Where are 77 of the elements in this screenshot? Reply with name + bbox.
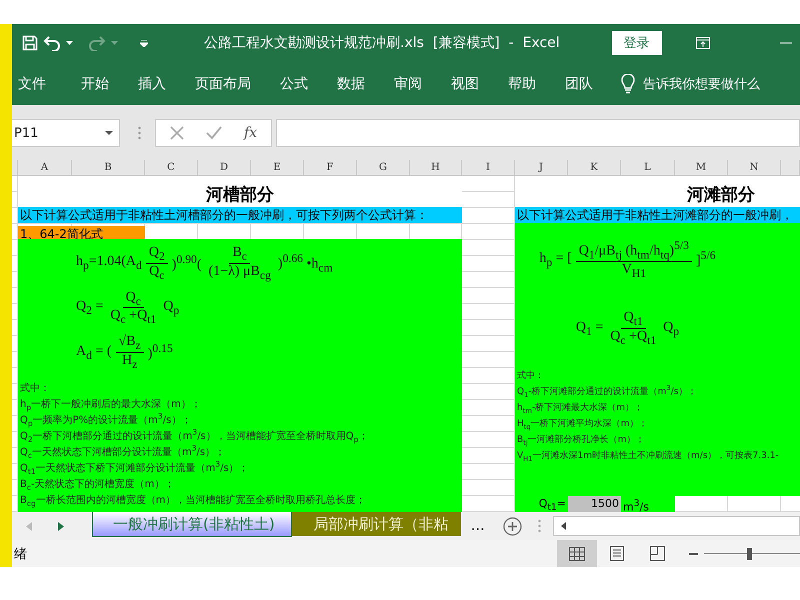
insert-function-button[interactable]: fx [244, 125, 258, 141]
column-header[interactable]: H [410, 160, 462, 176]
splitter-handle-icon[interactable] [138, 126, 141, 140]
check-icon[interactable] [206, 126, 222, 140]
formula-input-field[interactable] [276, 119, 800, 147]
normal-view-button[interactable] [557, 540, 597, 567]
note-text: B$_{cg}$一桥长范围内的河槽宽度（m），当河槽能扩宽至全桥时取用桥孔总长度； [20, 494, 367, 509]
column-header[interactable]: N [728, 160, 781, 176]
column-header[interactable]: D [198, 160, 251, 176]
minimize-icon[interactable] [780, 42, 792, 44]
scroll-right-icon[interactable] [58, 522, 64, 530]
intro-text: 以下计算公式适用于非粘性土河滩部分的一般冲刷， [515, 207, 800, 223]
sheet-tab[interactable]: 一般冲刷计算(非粘性土) [92, 512, 292, 536]
page-icon [610, 546, 624, 561]
ribbon-tab[interactable]: 团队 [565, 74, 617, 92]
scroll-left-icon[interactable] [560, 522, 566, 530]
note-text: V$_{H1}$一河滩水深1m时非粘性土不冲刷流速（m/s），可按表7.3.1- [517, 450, 780, 464]
note-text: Q$_{2}$一桥下河槽部分通过的设计流量（m$^{3}$/s），当河槽能扩宽至全桥时取用Q$_{p}$； [20, 429, 370, 444]
column-header[interactable]: E [251, 160, 304, 176]
window-title: 公路工程水文勘测设计规范冲刷.xls [兼容模式] - Excel [204, 34, 560, 52]
ribbon-tab[interactable]: 页面布局 [195, 74, 275, 92]
unit-label: m$^{3}$/s [621, 496, 675, 512]
column-header[interactable]: A [18, 160, 72, 176]
tell-me-field[interactable]: 告诉我你想要做什么 [643, 74, 760, 92]
column-header[interactable]: K [568, 160, 621, 176]
ribbon-tab[interactable]: 文件 [18, 74, 76, 92]
note-text: h$_{p}$一桥下一般冲刷后的最大水深（m）； [20, 398, 202, 412]
note-text: Q$_{1}$-桥下河滩部分通过的设计流量（m$^{3}$/s）； [517, 384, 698, 400]
status-text: 绪 [14, 546, 27, 562]
note-text: B$_{tj}$一河滩部分桥孔净长（m）； [517, 434, 646, 448]
note-text: 式中： [20, 382, 51, 396]
save-icon[interactable] [22, 35, 38, 51]
note-text: Q$_{c}$一天然状态下河槽部分设计流量（m$^{3}$/s）； [20, 445, 226, 460]
splitter-handle-icon[interactable] [538, 519, 541, 533]
column-header[interactable]: I [462, 160, 515, 176]
section-title: 河槽部分 [18, 176, 462, 207]
intro-text: 以下计算公式适用于非粘性土河槽部分的一般冲刷，可按下列两个公式计算： [18, 207, 462, 223]
ribbon-tab[interactable]: 公式 [280, 74, 332, 92]
ribbon-display-icon[interactable] [696, 37, 710, 49]
name-box[interactable]: P11 [12, 119, 120, 147]
page-break-icon [650, 546, 664, 561]
note-text: Q$_{p}$一频率为P%的设计流量（m$^{3}$/s）； [20, 413, 192, 429]
note-text: h$_{tm}$-桥下河滩最大水深（m）； [517, 402, 644, 416]
login-button[interactable]: 登录 [612, 31, 662, 55]
ribbon-tab[interactable]: 插入 [138, 74, 190, 92]
undo-icon[interactable] [42, 35, 62, 51]
note-text: Q$_{t1}$一天然状态下桥下河滩部分设计流量（m$^{3}$/s）； [20, 461, 250, 477]
customize-icon[interactable] [140, 40, 148, 46]
add-sheet-icon[interactable] [502, 516, 522, 536]
ribbon-tab[interactable]: 数据 [337, 74, 389, 92]
formula: Q$_{1}$ = Q$_{t1}$ Q$_{c}$ +Q$_{t1}$ Q$_{p}$ [576, 310, 680, 347]
lightbulb-icon[interactable] [621, 74, 635, 94]
horizontal-scrollbar[interactable] [552, 516, 800, 536]
column-header[interactable]: F [304, 160, 357, 176]
input-label: Q$_{t1}$= [515, 496, 568, 512]
column-header[interactable]: M [675, 160, 728, 176]
ribbon-tab[interactable]: 审阅 [394, 74, 446, 92]
column-header[interactable]: J [515, 160, 568, 176]
formula: Q$_{2}$ = Q$_{c}$ Q$_{c}$ +Q$_{t1}$ Q$_{p}$ [76, 290, 180, 326]
formula: h$_{p}$ = [ Q$_{1}$/μB$_{tj}$ (h$_{tm}$/h$_{tq}$)$^{5/3}$ V$_{H1}$ ]$^{5/6}$ [539, 239, 716, 280]
column-header[interactable]: G [357, 160, 410, 176]
column-header[interactable]: B [72, 160, 145, 176]
note-text: H$_{tq}$一桥下河滩平均水深（m）； [517, 418, 648, 432]
grid-icon [569, 546, 585, 560]
sheet-tab[interactable]: 局部冲刷计算（非粘 [292, 512, 461, 536]
column-header[interactable]: L [621, 160, 675, 176]
column-header[interactable]: C [145, 160, 198, 176]
caret-icon[interactable] [66, 41, 73, 45]
caret-icon [105, 131, 113, 135]
more-sheets-button[interactable]: … [466, 518, 489, 534]
section-title: 河滩部分 [515, 176, 800, 207]
ribbon-tab[interactable]: 开始 [81, 74, 133, 92]
note-text: B$_{c}$-天然状态下的河槽宽度（m）； [20, 478, 176, 493]
ribbon-tab[interactable]: 帮助 [508, 74, 560, 92]
ribbon-tab[interactable]: 视图 [451, 74, 503, 92]
input-cell[interactable]: 1500 [568, 496, 621, 512]
note-text: 式中： [517, 370, 545, 383]
